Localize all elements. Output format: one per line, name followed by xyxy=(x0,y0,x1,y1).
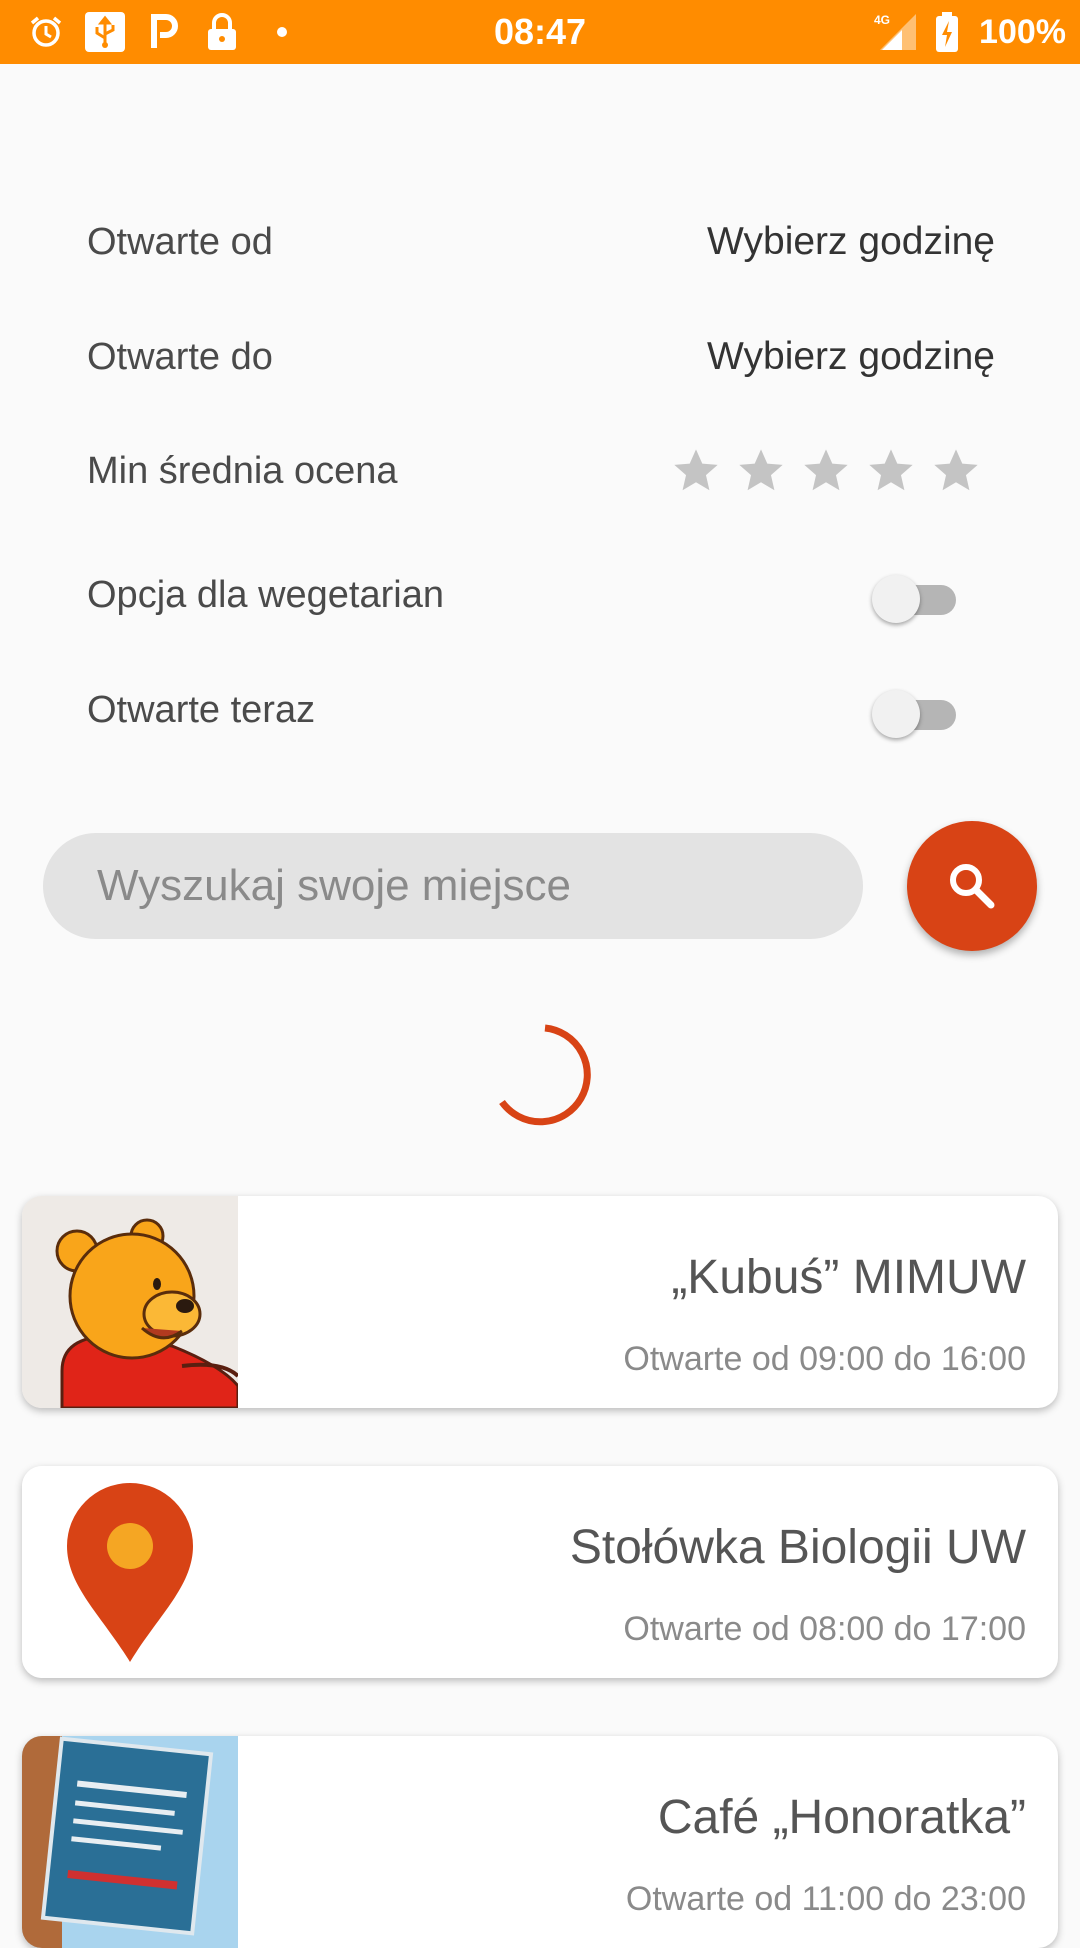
place-card[interactable]: „Kubuś” MIMUW Otwarte od 09:00 do 16:00 xyxy=(22,1196,1058,1408)
vegetarian-switch[interactable] xyxy=(872,575,968,623)
place-hours: Otwarte od 11:00 do 23:00 xyxy=(625,1880,1026,1918)
search-button[interactable] xyxy=(907,821,1037,951)
open-now-switch[interactable] xyxy=(872,690,968,738)
cafe-sign-photo xyxy=(22,1736,238,1948)
star-icon[interactable] xyxy=(865,441,930,501)
place-card[interactable]: Café „Honoratka” Otwarte od 11:00 do 23:… xyxy=(22,1736,1058,1948)
place-hours: Otwarte od 09:00 do 16:00 xyxy=(623,1340,1026,1378)
search-input[interactable] xyxy=(43,833,863,939)
filter-min-rating: Min średnia ocena xyxy=(0,431,1080,511)
filter-open-from: Otwarte od Wybierz godzinę xyxy=(0,202,1080,282)
star-icon[interactable] xyxy=(735,441,800,501)
battery-charging-icon xyxy=(934,12,960,52)
place-name: „Kubuś” MIMUW xyxy=(671,1251,1026,1304)
star-icon[interactable] xyxy=(670,441,735,501)
star-icon[interactable] xyxy=(930,441,995,501)
svg-text:4G: 4G xyxy=(874,13,890,27)
rating-bar[interactable] xyxy=(670,441,995,501)
min-rating-label: Min średnia ocena xyxy=(87,450,398,492)
vegetarian-label: Opcja dla wegetarian xyxy=(87,574,444,616)
open-from-label: Otwarte od xyxy=(87,221,273,263)
filter-open-now: Otwarte teraz xyxy=(0,670,1080,750)
open-from-time-picker[interactable]: Wybierz godzinę xyxy=(707,202,995,282)
signal-icon: 4G xyxy=(872,12,918,52)
loading-spinner xyxy=(490,1020,600,1130)
filter-open-to: Otwarte do Wybierz godzinę xyxy=(0,317,1080,397)
place-card[interactable]: Stołówka Biologii UW Otwarte od 08:00 do… xyxy=(22,1466,1058,1678)
switch-thumb xyxy=(872,690,920,738)
winnie-the-pooh-image xyxy=(22,1196,238,1408)
open-to-label: Otwarte do xyxy=(87,336,273,378)
open-to-time-picker[interactable]: Wybierz godzinę xyxy=(707,317,995,397)
star-icon[interactable] xyxy=(800,441,865,501)
status-bar: 08:47 4G 100% xyxy=(0,0,1080,64)
clock: 08:47 xyxy=(493,11,587,52)
battery-percentage: 100% xyxy=(979,13,1066,51)
place-name: Stołówka Biologii UW xyxy=(569,1521,1026,1574)
place-hours: Otwarte od 08:00 do 17:00 xyxy=(623,1610,1026,1648)
open-now-label: Otwarte teraz xyxy=(87,689,316,731)
switch-thumb xyxy=(872,575,920,623)
search-icon xyxy=(945,859,999,913)
filter-vegetarian: Opcja dla wegetarian xyxy=(0,555,1080,635)
location-pin-icon xyxy=(22,1466,238,1678)
place-name: Café „Honoratka” xyxy=(657,1791,1026,1844)
